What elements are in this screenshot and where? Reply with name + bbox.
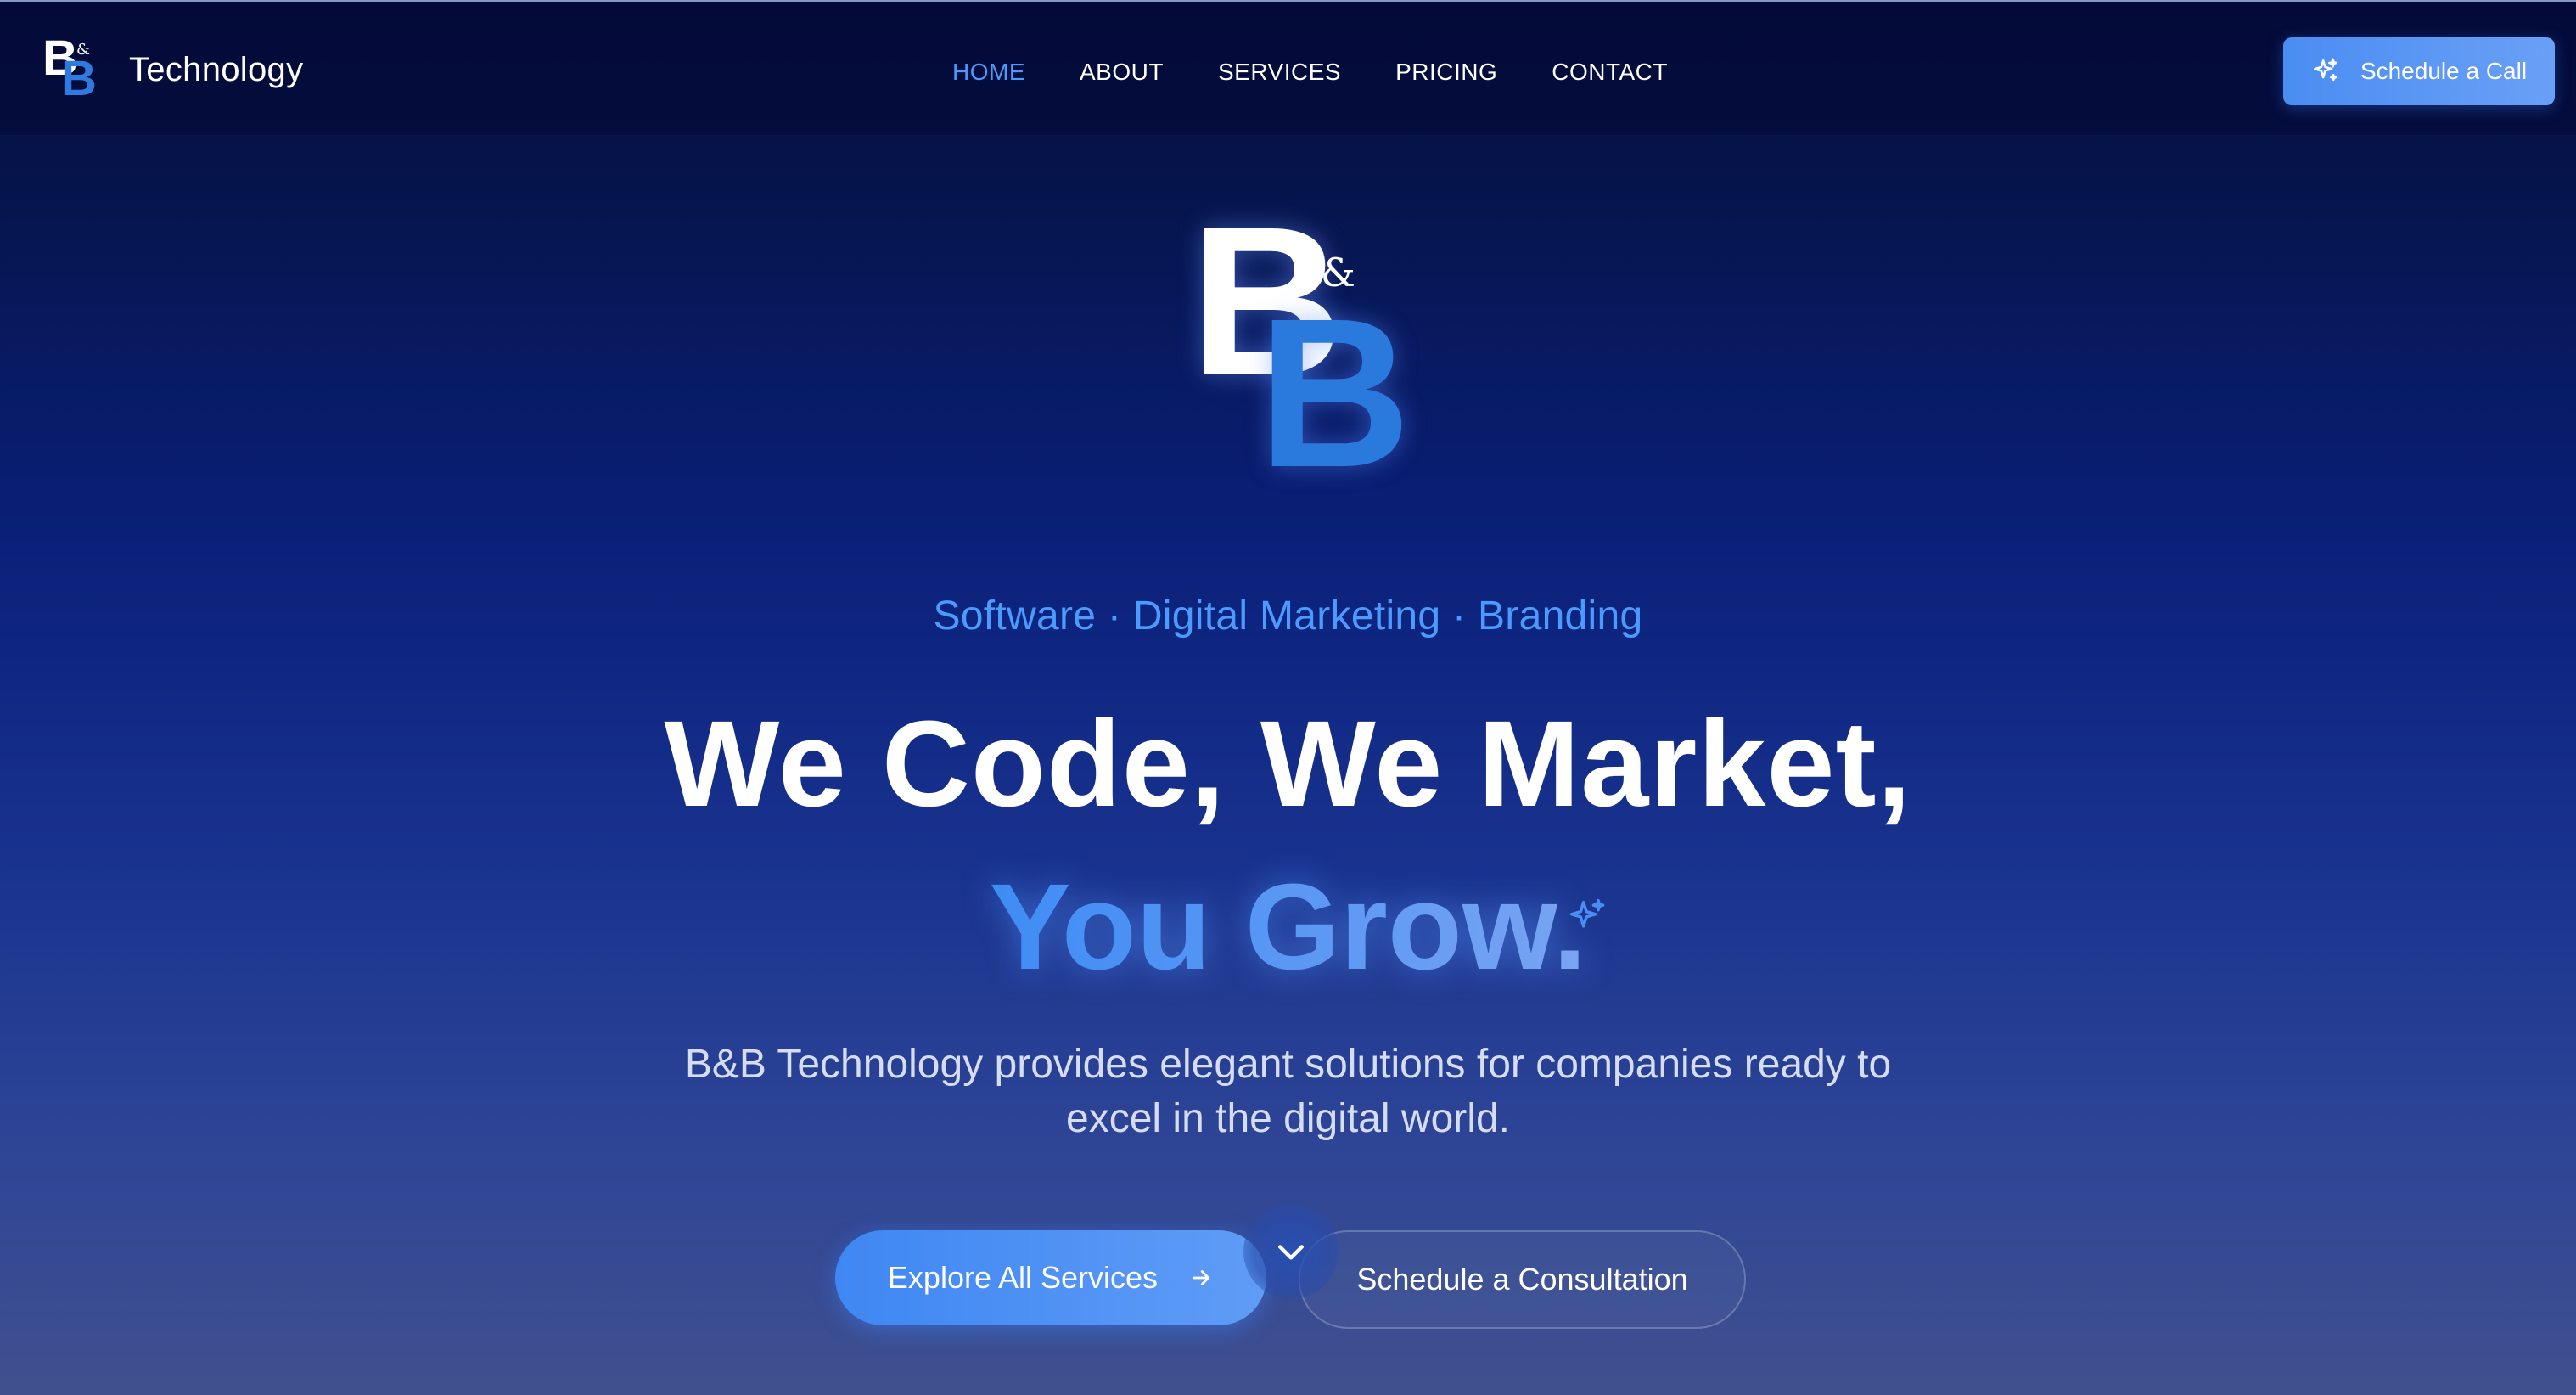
explore-services-button[interactable]: Explore All Services <box>835 1230 1266 1325</box>
nav-item-home[interactable]: HOME <box>952 55 1025 89</box>
sparkle-icon <box>1569 898 1605 928</box>
brand-mark-letter-b-blue: B <box>61 51 97 106</box>
schedule-call-button[interactable]: Schedule a Call <box>2283 37 2555 105</box>
arrow-right-icon <box>1192 1270 1210 1285</box>
main-navigation: HOME ABOUT SERVICES PRICING CONTACT <box>952 55 1722 89</box>
scroll-down-button[interactable] <box>1243 1204 1339 1299</box>
brand-logo-link[interactable]: B & B Technology <box>42 34 303 105</box>
hero-description: B&B Technology provides elegant solution… <box>684 1042 1892 1141</box>
hero-headline-accent: You Grow. <box>0 859 2576 995</box>
nav-item-pricing[interactable]: PRICING <box>1395 55 1497 89</box>
explore-services-label: Explore All Services <box>887 1260 1159 1295</box>
hero-headline-grow: You Grow. <box>989 858 1587 995</box>
nav-item-contact[interactable]: CONTACT <box>1552 55 1668 89</box>
site-header: B & B Technology HOME ABOUT SERVICES PRI… <box>0 2 2576 136</box>
nav-item-services[interactable]: SERVICES <box>1218 55 1341 89</box>
schedule-call-label: Schedule a Call <box>2360 58 2528 84</box>
hero-headline: We Code, We Market, <box>664 695 1912 832</box>
schedule-consultation-button[interactable]: Schedule a Consultation <box>1299 1230 1746 1329</box>
schedule-consultation-label: Schedule a Consultation <box>1356 1262 1688 1297</box>
brand-mark: B & B <box>42 34 102 105</box>
nav-item-about[interactable]: ABOUT <box>1080 55 1164 89</box>
chevron-down-icon <box>1277 1245 1305 1260</box>
brand-name: Technology <box>129 50 304 88</box>
hero-logo-letter-b-blue: B <box>1258 274 1411 511</box>
hero-logo: B & B <box>1180 195 1411 499</box>
sparkle-icon <box>2313 58 2337 82</box>
hero-tagline: Software · Digital Marketing · Branding <box>933 593 1643 638</box>
